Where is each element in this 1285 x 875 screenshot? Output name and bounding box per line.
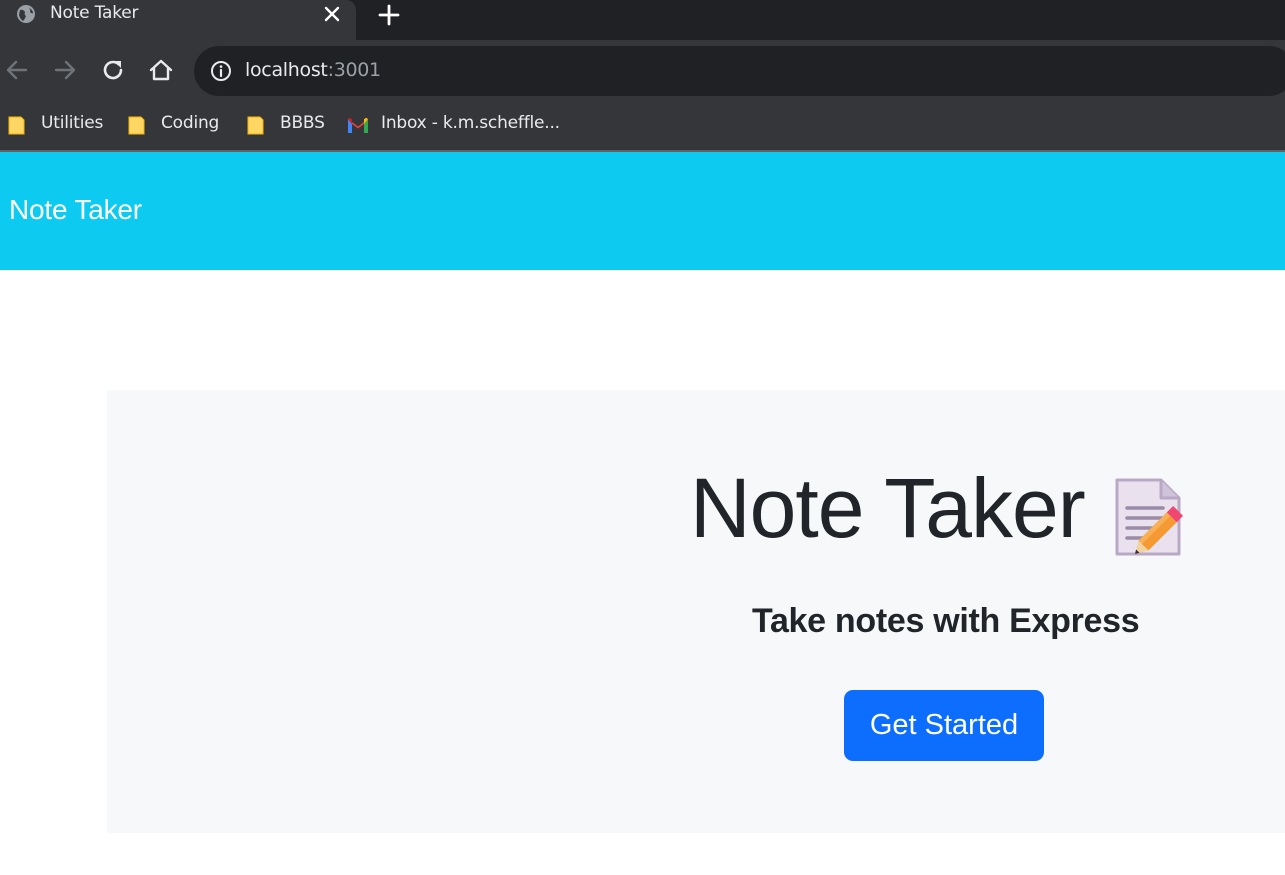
bookmark-inbox[interactable]: Inbox - k.m.scheffle... [347, 112, 560, 138]
gmail-icon [348, 117, 368, 133]
navbar-brand[interactable]: Note Taker [9, 194, 142, 226]
get-started-button[interactable]: Get Started [844, 690, 1044, 761]
bookmark-label: BBBS [280, 113, 325, 133]
tab-title: Note Taker [50, 3, 139, 23]
hero-title: Note Taker [690, 461, 1086, 555]
url-host: localhost [245, 59, 328, 81]
url-port: :3001 [327, 59, 382, 81]
bookmark-label: Coding [161, 113, 220, 133]
browser-tab-strip: Note Taker [0, 0, 1285, 40]
bookmark-bbbs[interactable]: BBBS [246, 112, 326, 138]
hero-subtitle: Take notes with Express [752, 602, 1140, 640]
bookmark-label: Utilities [41, 113, 104, 133]
folder-icon [128, 116, 145, 135]
url-text: localhost:3001 [245, 59, 381, 81]
close-icon[interactable] [322, 4, 342, 24]
forward-arrow-icon[interactable] [51, 56, 79, 84]
browser-tab[interactable]: Note Taker [0, 0, 356, 40]
hero-jumbotron: Note Taker Take notes with Express Get S… [107, 390, 1285, 833]
browser-toolbar: localhost:3001 [0, 40, 1285, 100]
bookmark-label: Inbox - k.m.scheffle... [381, 113, 560, 133]
bookmarks-bar: Utilities Coding BBBS Inbox - k.m.scheff… [0, 100, 1285, 152]
folder-icon [8, 116, 25, 135]
home-icon[interactable] [147, 56, 175, 84]
memo-pencil-icon [1115, 478, 1184, 556]
address-bar[interactable]: localhost:3001 [194, 46, 1285, 96]
new-tab-plus-icon[interactable] [377, 3, 401, 27]
site-navbar: Note Taker [0, 152, 1285, 270]
info-icon[interactable] [210, 60, 232, 82]
back-arrow-icon[interactable] [3, 56, 31, 84]
bookmark-coding[interactable]: Coding [127, 112, 222, 138]
folder-icon [247, 116, 264, 135]
reload-icon[interactable] [99, 56, 127, 84]
globe-icon [17, 5, 35, 23]
bookmark-utilities[interactable]: Utilities [7, 112, 107, 138]
